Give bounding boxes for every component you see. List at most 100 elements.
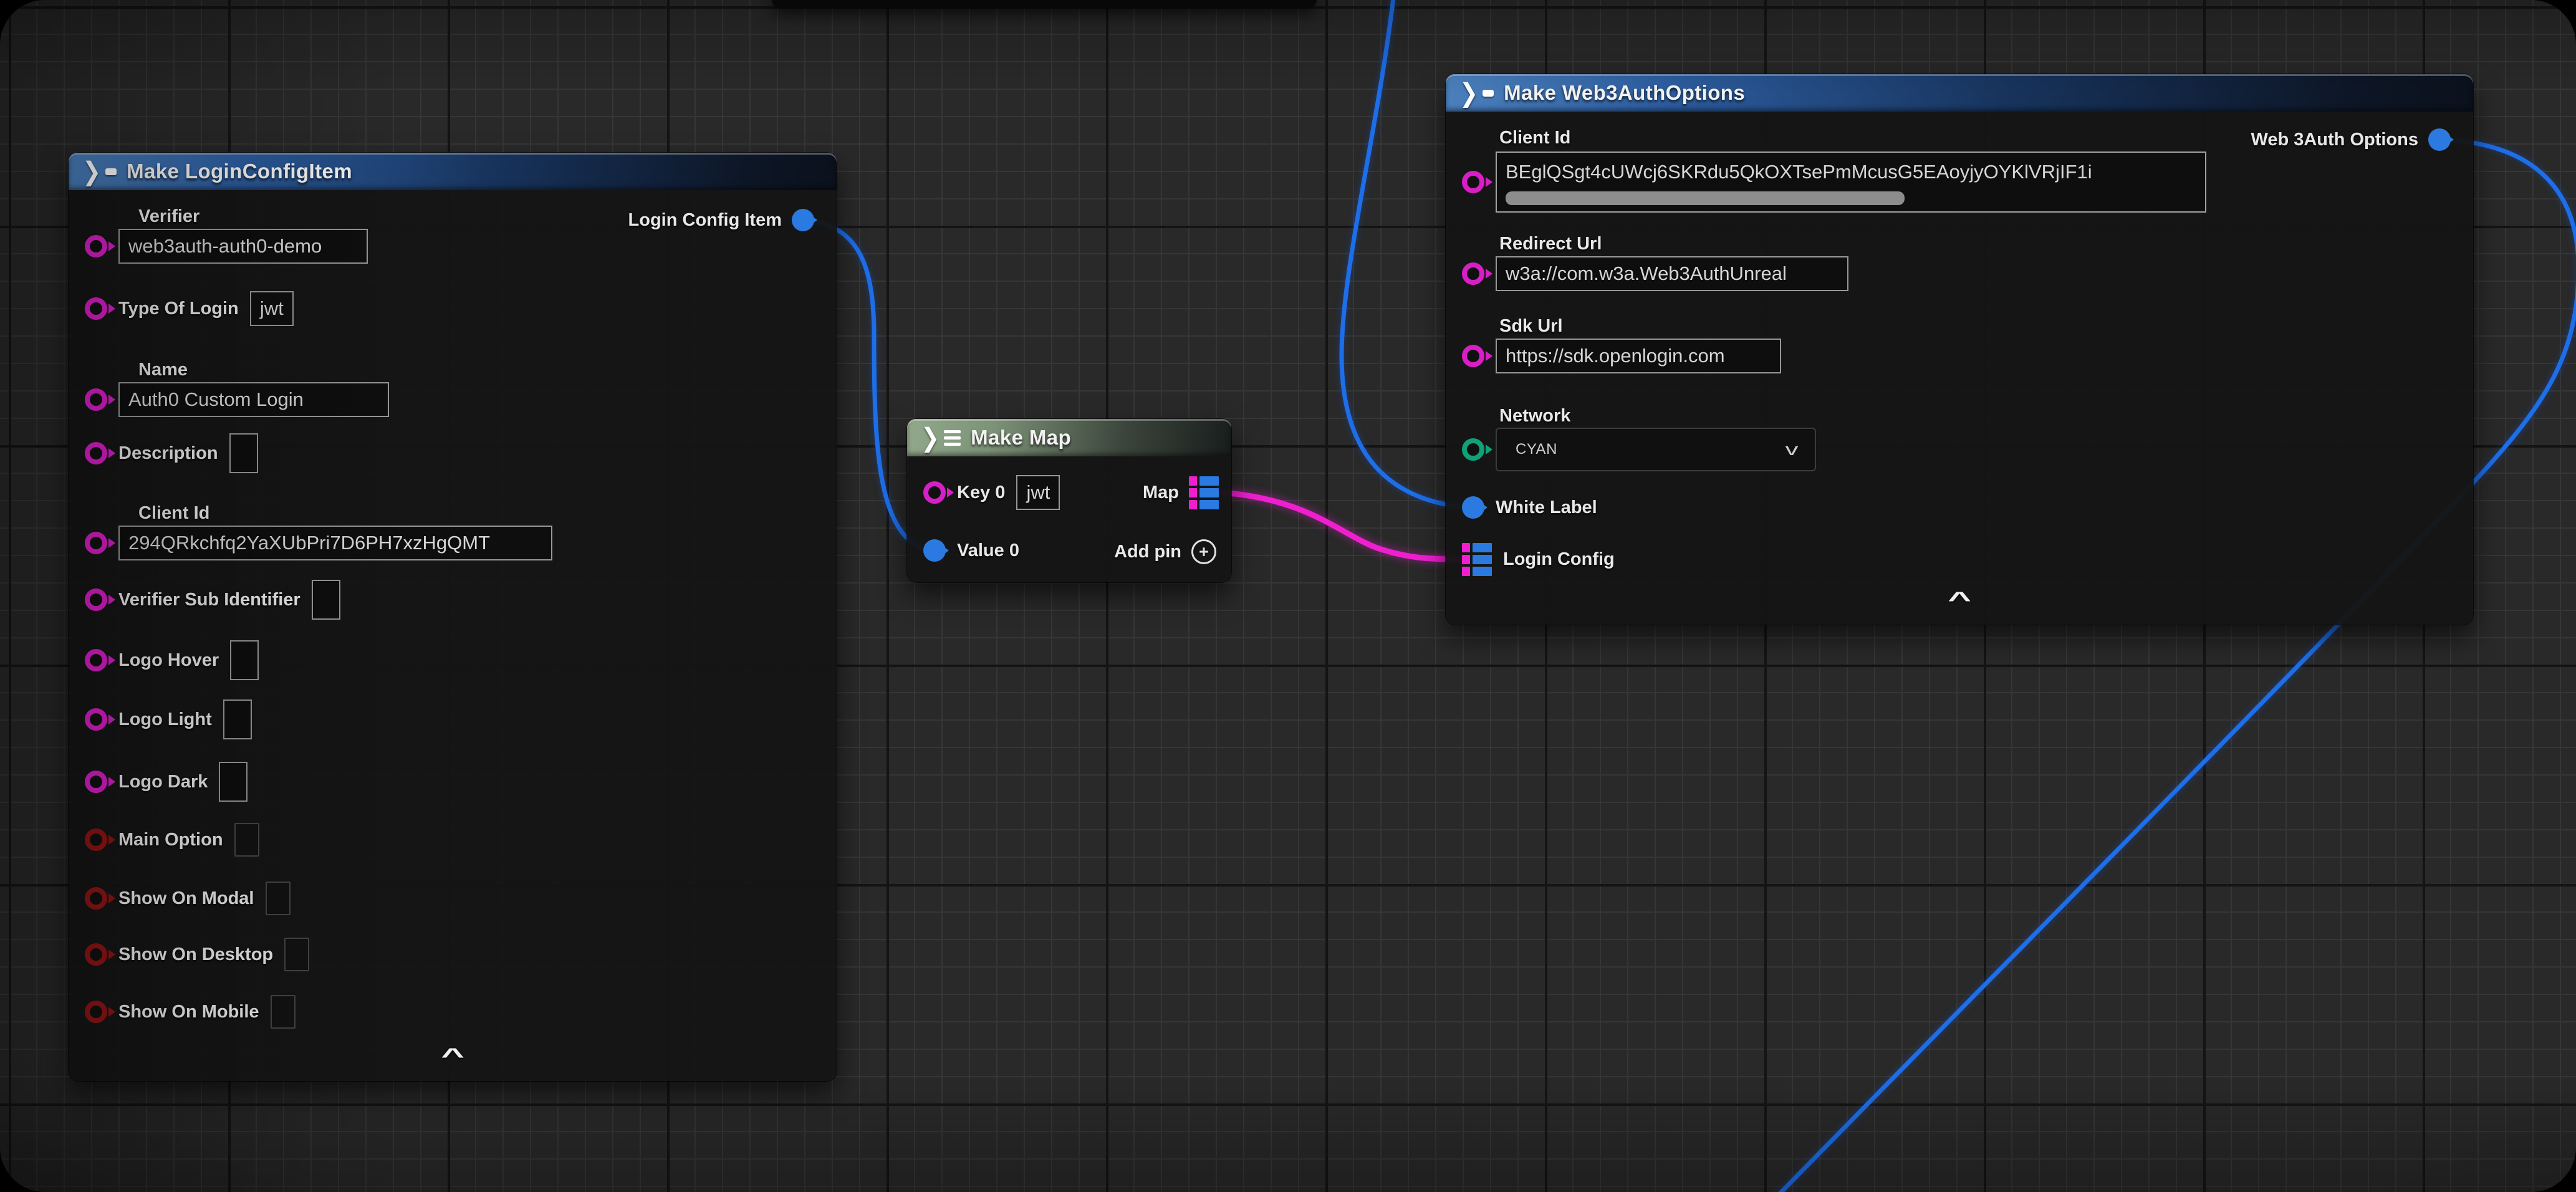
- pin-row-logo-hover: Logo Hover: [85, 640, 259, 680]
- verifier-input[interactable]: web3auth-auth0-demo: [118, 229, 368, 264]
- node-collapse-button[interactable]: ^: [1446, 587, 2473, 613]
- pin-row-white-label: White Label: [1462, 489, 1597, 526]
- pin-client-id[interactable]: [1462, 171, 1484, 193]
- pin-verifier[interactable]: [85, 235, 107, 257]
- network-dropdown-value: CYAN: [1516, 441, 1557, 458]
- pin-show-on-desktop[interactable]: [85, 943, 107, 966]
- pin-main-option[interactable]: [85, 829, 107, 851]
- pin-label-show-on-desktop: Show On Desktop: [118, 944, 273, 965]
- node-title: Make LoginConfigItem: [127, 160, 352, 183]
- pin-label-verifier: Verifier: [138, 206, 199, 227]
- pin-label-main-option: Main Option: [118, 830, 223, 850]
- main-option-checkbox[interactable]: [234, 823, 259, 857]
- logo-dark-input[interactable]: [219, 762, 248, 802]
- pin-row-show-on-modal: Show On Modal: [85, 880, 291, 917]
- network-dropdown[interactable]: CYAN v: [1496, 428, 1816, 471]
- client-id-input[interactable]: BEglQSgt4cUWcj6SKRdu5QkOXTsePmMcusG5EAoy…: [1496, 151, 2206, 213]
- pin-white-label[interactable]: [1462, 496, 1484, 519]
- pin-show-on-modal[interactable]: [85, 887, 107, 910]
- pin-logo-dark[interactable]: [85, 771, 107, 793]
- collapse-chevron-icon: ^: [441, 1044, 464, 1069]
- pin-row-sdk-url: https://sdk.openlogin.com: [1462, 339, 1781, 373]
- output-pin-login-config-item[interactable]: [792, 209, 814, 231]
- pin-network[interactable]: [1462, 438, 1484, 461]
- pin-label-description: Description: [118, 443, 218, 464]
- pin-redirect-url[interactable]: [1462, 262, 1484, 285]
- pin-name[interactable]: [85, 388, 107, 411]
- collapse-chevron-icon: ^: [1948, 588, 1971, 612]
- map-grid-pin-icon[interactable]: [1462, 543, 1492, 576]
- redirect-url-input[interactable]: w3a://com.w3a.Web3AuthUnreal: [1496, 256, 1848, 291]
- pin-sdk-url[interactable]: [1462, 345, 1484, 367]
- pin-row-value0: Value 0: [923, 532, 1019, 569]
- node-header-make-map[interactable]: ❯ Make Map: [907, 419, 1231, 456]
- pin-label-client-id: Client Id: [1499, 128, 1570, 148]
- client-id-input[interactable]: 294QRkchfq2YaXUbPri7D6PH7xzHgQMT: [118, 526, 552, 560]
- pin-label-logo-dark: Logo Dark: [118, 772, 208, 792]
- blueprint-graph-canvas[interactable]: ❯ Make LoginConfigItem Login Config Item…: [0, 0, 2576, 1192]
- name-input[interactable]: Auth0 Custom Login: [118, 382, 389, 417]
- pin-row-description: Description: [85, 433, 258, 473]
- pin-label-white-label: White Label: [1496, 497, 1597, 518]
- output-pin-label-map: Map: [1143, 483, 1179, 503]
- logo-hover-input[interactable]: [230, 640, 259, 680]
- pin-label-show-on-modal: Show On Modal: [118, 888, 254, 909]
- make-struct-icon: ❯: [82, 158, 117, 185]
- pin-row-network: CYAN v: [1462, 427, 1816, 472]
- verifier-sub-identifier-input[interactable]: [312, 580, 340, 620]
- output-pin-web3auth-options[interactable]: [2428, 128, 2451, 151]
- pin-row-show-on-mobile: Show On Mobile: [85, 993, 296, 1031]
- offscreen-node-bottom-edge: [772, 0, 1317, 7]
- node-header-make-web3authoptions[interactable]: ❯ Make Web3AuthOptions: [1446, 74, 2473, 112]
- client-id-horizontal-scrollbar[interactable]: [1506, 191, 1905, 205]
- pin-row-redirect-url: w3a://com.w3a.Web3AuthUnreal: [1462, 256, 1848, 291]
- pin-label-sdk-url: Sdk Url: [1499, 316, 1563, 337]
- pin-row-key0: Key 0 jwt: [923, 474, 1060, 511]
- pin-description[interactable]: [85, 442, 107, 464]
- key0-input[interactable]: jwt: [1016, 475, 1060, 510]
- add-pin-row: Add pin +: [1114, 533, 1216, 570]
- type-of-login-input[interactable]: jwt: [250, 291, 294, 326]
- pin-key0[interactable]: [923, 481, 946, 504]
- pin-label-name: Name: [138, 360, 188, 380]
- pin-verifier-sub-identifier[interactable]: [85, 589, 107, 611]
- show-on-mobile-checkbox[interactable]: [271, 995, 296, 1029]
- pin-row-client-id: 294QRkchfq2YaXUbPri7D6PH7xzHgQMT: [85, 526, 552, 560]
- pin-client-id[interactable]: [85, 532, 107, 554]
- description-input[interactable]: [229, 433, 258, 473]
- output-pin-row-web3auth-options: Web 3Auth Options: [2251, 121, 2451, 158]
- pin-row-show-on-desktop: Show On Desktop: [85, 936, 309, 973]
- show-on-modal-checkbox[interactable]: [266, 882, 291, 915]
- node-collapse-button[interactable]: ^: [69, 1043, 837, 1070]
- map-grid-pin-icon[interactable]: [1189, 476, 1219, 509]
- pin-label-login-config: Login Config: [1503, 549, 1615, 570]
- pin-logo-hover[interactable]: [85, 649, 107, 671]
- node-make-map[interactable]: ❯ Make Map Key 0 jwt Map Value 0 Add pin…: [907, 419, 1231, 582]
- pin-label-logo-light: Logo Light: [118, 709, 212, 730]
- pin-row-main-option: Main Option: [85, 821, 259, 858]
- logo-light-input[interactable]: [223, 699, 252, 739]
- output-pin-label: Login Config Item: [628, 210, 782, 231]
- add-pin-plus-icon[interactable]: +: [1191, 539, 1216, 564]
- pin-show-on-mobile[interactable]: [85, 1001, 107, 1023]
- pin-row-verifier: web3auth-auth0-demo: [85, 229, 368, 264]
- pin-label-client-id: Client Id: [138, 503, 209, 524]
- pin-label-show-on-mobile: Show On Mobile: [118, 1002, 259, 1022]
- add-pin-label: Add pin: [1114, 542, 1181, 562]
- pin-row-client-id: BEglQSgt4cUWcj6SKRdu5QkOXTsePmMcusG5EAoy…: [1462, 151, 2206, 213]
- pin-label-type-of-login: Type Of Login: [118, 299, 239, 319]
- pin-value0[interactable]: [923, 539, 946, 562]
- output-pin-label: Web 3Auth Options: [2251, 130, 2418, 150]
- node-header-make-login-config-item[interactable]: ❯ Make LoginConfigItem: [69, 153, 837, 190]
- sdk-url-input[interactable]: https://sdk.openlogin.com: [1496, 339, 1781, 373]
- show-on-desktop-checkbox[interactable]: [284, 938, 309, 971]
- node-make-web3authoptions[interactable]: ❯ Make Web3AuthOptions Web 3Auth Options…: [1446, 74, 2473, 625]
- pin-row-logo-dark: Logo Dark: [85, 762, 248, 802]
- pin-type-of-login[interactable]: [85, 297, 107, 320]
- node-title: Make Web3AuthOptions: [1504, 81, 1745, 105]
- node-make-login-config-item[interactable]: ❯ Make LoginConfigItem Login Config Item…: [69, 153, 837, 1081]
- pin-logo-light[interactable]: [85, 708, 107, 731]
- pin-label-logo-hover: Logo Hover: [118, 650, 219, 671]
- output-pin-row-login-config-item: Login Config Item: [628, 201, 814, 239]
- pin-label-value0: Value 0: [957, 541, 1019, 561]
